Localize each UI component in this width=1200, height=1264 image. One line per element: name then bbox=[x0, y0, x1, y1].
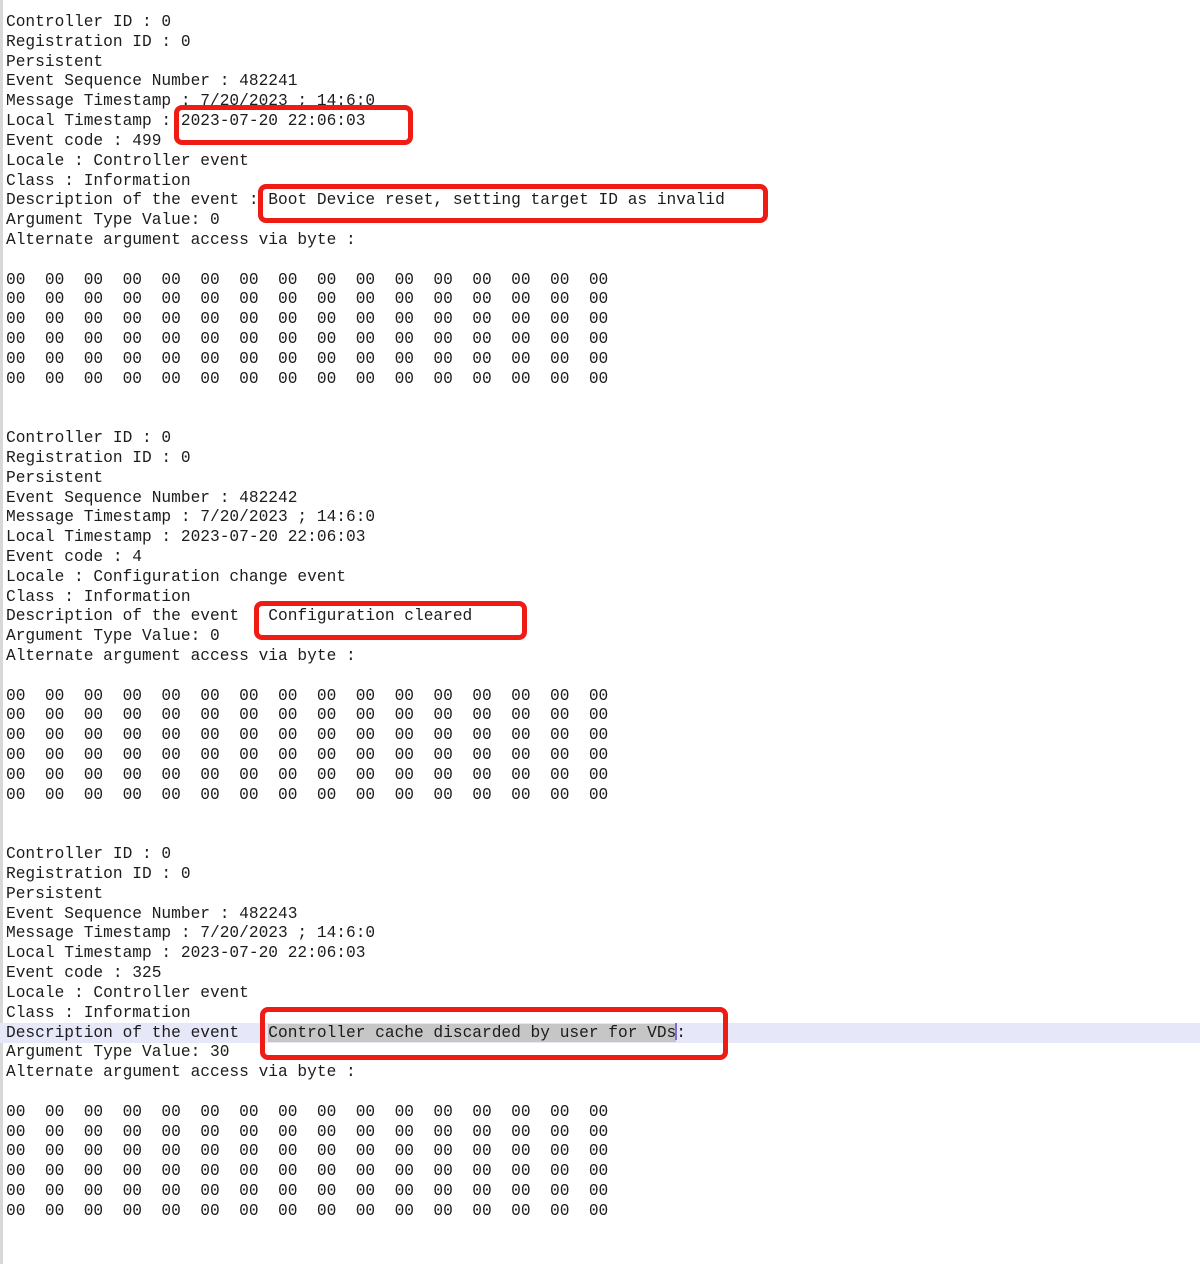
blank-line bbox=[0, 806, 1200, 826]
log-line: Description of the event : Boot Device r… bbox=[0, 191, 1200, 211]
log-line: Alternate argument access via byte : bbox=[0, 1063, 1200, 1083]
log-line: Local Timestamp : 2023-07-20 22:06:03 bbox=[0, 112, 1200, 132]
hex-row: 00 00 00 00 00 00 00 00 00 00 00 00 00 0… bbox=[0, 350, 1200, 370]
log-line: Registration ID : 0 bbox=[0, 33, 1200, 53]
log-line: Alternate argument access via byte : bbox=[0, 231, 1200, 251]
log-line: Event Sequence Number : 482243 bbox=[0, 905, 1200, 925]
hex-row: 00 00 00 00 00 00 00 00 00 00 00 00 00 0… bbox=[0, 330, 1200, 350]
log-line: Description of the event Configuration c… bbox=[0, 607, 1200, 627]
log-line: Persistent bbox=[0, 885, 1200, 905]
blank-line bbox=[0, 1083, 1200, 1103]
hex-row: 00 00 00 00 00 00 00 00 00 00 00 00 00 0… bbox=[0, 746, 1200, 766]
log-text-segment: : bbox=[676, 1024, 686, 1042]
hex-row: 00 00 00 00 00 00 00 00 00 00 00 00 00 0… bbox=[0, 1142, 1200, 1162]
hex-row: 00 00 00 00 00 00 00 00 00 00 00 00 00 0… bbox=[0, 1123, 1200, 1143]
hex-row: 00 00 00 00 00 00 00 00 00 00 00 00 00 0… bbox=[0, 271, 1200, 291]
log-line: Class : Information bbox=[0, 588, 1200, 608]
hex-row: 00 00 00 00 00 00 00 00 00 00 00 00 00 0… bbox=[0, 290, 1200, 310]
log-line: Event Sequence Number : 482241 bbox=[0, 72, 1200, 92]
hex-row: 00 00 00 00 00 00 00 00 00 00 00 00 00 0… bbox=[0, 766, 1200, 786]
log-line: Message Timestamp : 7/20/2023 ; 14:6:0 bbox=[0, 508, 1200, 528]
hex-row: 00 00 00 00 00 00 00 00 00 00 00 00 00 0… bbox=[0, 1162, 1200, 1182]
log-line: Locale : Controller event bbox=[0, 984, 1200, 1004]
log-line: Argument Type Value: 0 bbox=[0, 211, 1200, 231]
blank-line bbox=[0, 667, 1200, 687]
log-line: Local Timestamp : 2023-07-20 22:06:03 bbox=[0, 944, 1200, 964]
log-line: Registration ID : 0 bbox=[0, 865, 1200, 885]
log-line: Persistent bbox=[0, 53, 1200, 73]
blank-line bbox=[0, 389, 1200, 409]
log-line: Event Sequence Number : 482242 bbox=[0, 489, 1200, 509]
log-line: Event code : 4 bbox=[0, 548, 1200, 568]
hex-row: 00 00 00 00 00 00 00 00 00 00 00 00 00 0… bbox=[0, 1182, 1200, 1202]
hex-row: 00 00 00 00 00 00 00 00 00 00 00 00 00 0… bbox=[0, 786, 1200, 806]
log-line: Locale : Configuration change event bbox=[0, 568, 1200, 588]
hex-row: 00 00 00 00 00 00 00 00 00 00 00 00 00 0… bbox=[0, 1103, 1200, 1123]
log-line: Argument Type Value: 0 bbox=[0, 627, 1200, 647]
log-line: Message Timestamp : 7/20/2023 ; 14:6:0 bbox=[0, 92, 1200, 112]
log-line: Persistent bbox=[0, 469, 1200, 489]
log-line: Controller ID : 0 bbox=[0, 429, 1200, 449]
blank-line bbox=[0, 825, 1200, 845]
log-text-segment: Description of the event bbox=[6, 1024, 268, 1042]
hex-row: 00 00 00 00 00 00 00 00 00 00 00 00 00 0… bbox=[0, 1202, 1200, 1222]
log-line: Local Timestamp : 2023-07-20 22:06:03 bbox=[0, 528, 1200, 548]
log-line: Event code : 325 bbox=[0, 964, 1200, 984]
hex-row: 00 00 00 00 00 00 00 00 00 00 00 00 00 0… bbox=[0, 726, 1200, 746]
log-line: Class : Information bbox=[0, 1004, 1200, 1024]
blank-line bbox=[0, 409, 1200, 429]
description-highlight-row: Description of the event Controller cach… bbox=[0, 1023, 1200, 1043]
log-line: Alternate argument access via byte : bbox=[0, 647, 1200, 667]
selected-text: Controller cache discarded by user for V… bbox=[268, 1024, 676, 1042]
log-line: Argument Type Value: 30 bbox=[0, 1043, 1200, 1063]
log-line: Locale : Controller event bbox=[0, 152, 1200, 172]
hex-row: 00 00 00 00 00 00 00 00 00 00 00 00 00 0… bbox=[0, 706, 1200, 726]
hex-row: 00 00 00 00 00 00 00 00 00 00 00 00 00 0… bbox=[0, 310, 1200, 330]
log-content[interactable]: Controller ID : 0Registration ID : 0Pers… bbox=[0, 13, 1200, 1222]
hex-row: 00 00 00 00 00 00 00 00 00 00 00 00 00 0… bbox=[0, 370, 1200, 390]
blank-line bbox=[0, 251, 1200, 271]
log-line: Event code : 499 bbox=[0, 132, 1200, 152]
log-line: Registration ID : 0 bbox=[0, 449, 1200, 469]
hex-row: 00 00 00 00 00 00 00 00 00 00 00 00 00 0… bbox=[0, 687, 1200, 707]
log-line: Class : Information bbox=[0, 172, 1200, 192]
log-line: Controller ID : 0 bbox=[0, 845, 1200, 865]
log-line: Message Timestamp : 7/20/2023 ; 14:6:0 bbox=[0, 924, 1200, 944]
log-line: Controller ID : 0 bbox=[0, 13, 1200, 33]
